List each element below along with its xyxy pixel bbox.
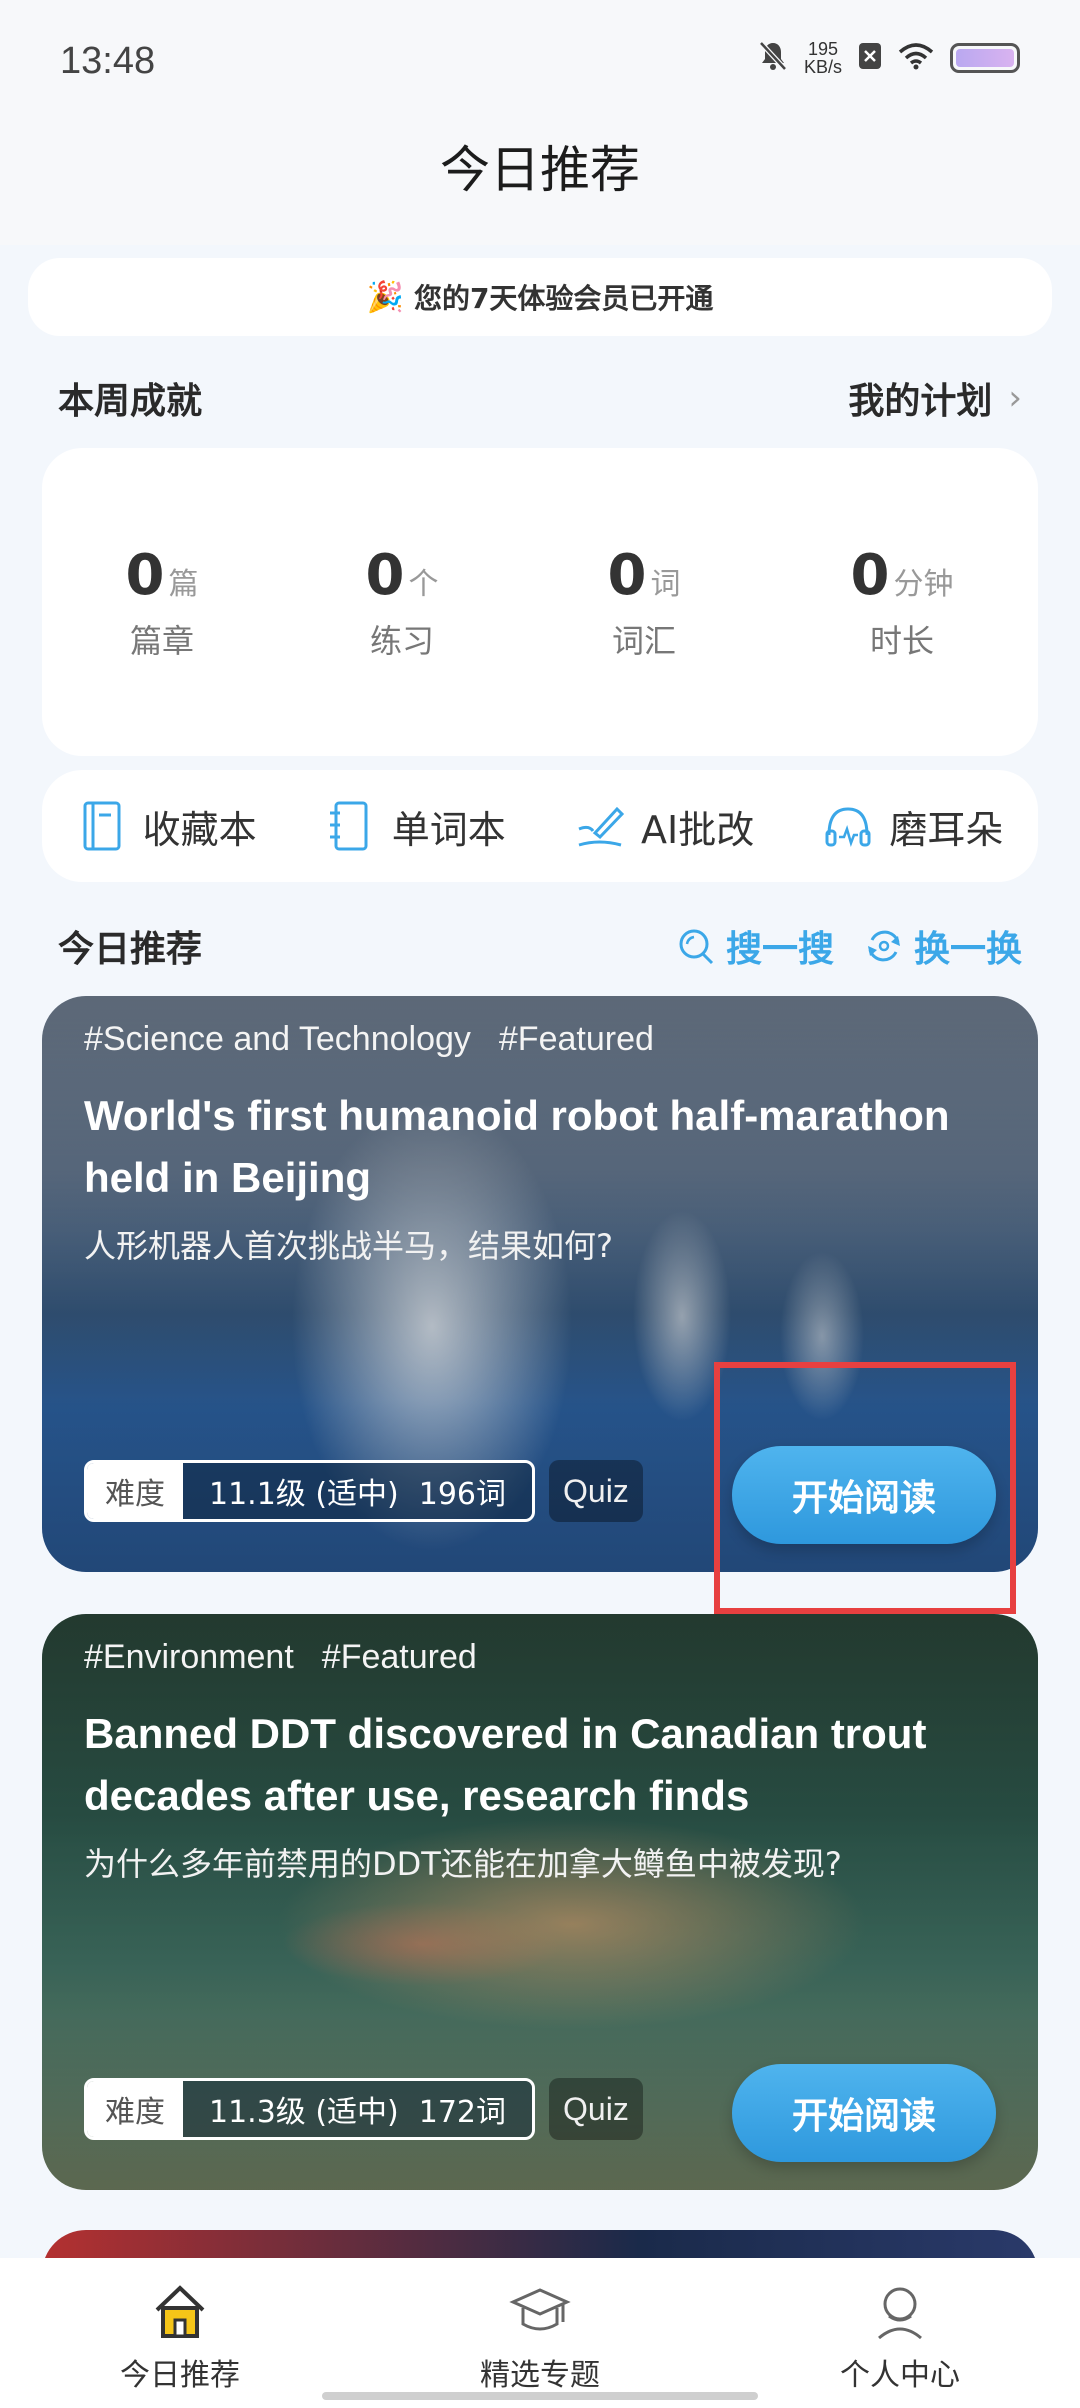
recommend-actions: 搜一搜 换一换 (676, 920, 1022, 972)
article-title: Banned DDT discovered in Canadian trout … (84, 1710, 927, 1819)
notebook-icon (83, 801, 121, 851)
graduation-cap-icon (509, 2288, 571, 2331)
start-reading-button[interactable]: 开始阅读 (732, 2064, 996, 2162)
article-content: #Science and Technology #Featured World'… (84, 1020, 996, 1267)
weekly-stats-card: 0篇 篇章 0个 练习 0词 词汇 0 分钟 时长 (42, 448, 1038, 756)
home-icon (155, 2285, 205, 2338)
tag[interactable]: #Environment (84, 1638, 294, 1677)
status-bar: 13:48 195 KB/s (0, 0, 1080, 125)
stat-duration: 0 分钟 时长 (850, 543, 954, 660)
my-plan-label: 我的计划 (848, 381, 993, 422)
tool-favorites[interactable]: 收藏本 (77, 799, 257, 854)
pen-icon (578, 806, 625, 847)
stat-exercises: 0个 练习 (365, 543, 439, 660)
membership-notice: 🎉 您的7天体验会员已开通 (28, 258, 1052, 336)
tool-ai-correction[interactable]: AI批改 (575, 799, 754, 854)
search-button[interactable]: 搜一搜 (676, 920, 834, 972)
my-plan-link[interactable]: 我的计划 › (848, 372, 1022, 424)
tag[interactable]: #Featured (322, 1638, 477, 1677)
tool-wordbook[interactable]: 单词本 (326, 799, 506, 854)
tag[interactable]: #Featured (499, 1020, 654, 1059)
article-card-2[interactable]: #Environment #Featured Banned DDT discov… (42, 1614, 1038, 2190)
refresh-icon (867, 930, 900, 962)
sim-off-icon (858, 42, 882, 74)
search-icon (679, 929, 714, 965)
app-bar: 今日推荐 (0, 125, 1080, 245)
net-speed: 195 KB/s (803, 39, 842, 77)
notice-text: 您的7天体验会员已开通 (413, 282, 714, 315)
wordbook-icon (329, 801, 368, 851)
tag[interactable]: #Science and Technology (84, 1020, 471, 1059)
tab-topics[interactable]: 精选专题 (410, 2280, 670, 2394)
article-subtitle: 为什么多年前禁用的DDT还能在加拿大鳟鱼中被发现? (84, 1845, 842, 1883)
tools-card: 收藏本 单词本 AI批改 磨耳朵 (42, 770, 1038, 882)
refresh-button[interactable]: 换一换 (864, 920, 1022, 972)
quiz-badge: Quiz (549, 2078, 643, 2140)
status-icons: 195 KB/s (758, 40, 1020, 76)
home-indicator[interactable] (322, 2392, 758, 2400)
status-time: 13:48 (60, 40, 156, 82)
start-reading-button[interactable]: 开始阅读 (732, 1446, 996, 1544)
tab-today[interactable]: 今日推荐 (50, 2280, 310, 2394)
article-meta: 难度 11.3级 (适中) 172词 Quiz (84, 2078, 643, 2140)
article-card-1[interactable]: #Science and Technology #Featured World'… (42, 996, 1038, 1572)
tab-profile[interactable]: 个人中心 (770, 2280, 1030, 2394)
article-title: World's first humanoid robot half-marath… (84, 1092, 950, 1201)
recommend-title: 今日推荐 (58, 929, 203, 970)
article-tags: #Environment #Featured (84, 1638, 996, 1677)
stat-articles: 0篇 篇章 (125, 543, 199, 660)
wifi-icon (898, 42, 934, 74)
article-tags: #Science and Technology #Featured (84, 1020, 996, 1059)
weekly-title: 本周成就 (58, 381, 203, 422)
article-meta: 难度 11.1级 (适中) 196词 Quiz (84, 1460, 643, 1522)
party-icon: 🎉 (366, 279, 404, 315)
article-subtitle: 人形机器人首次挑战半马，结果如何? (84, 1227, 613, 1265)
quiz-badge: Quiz (549, 1460, 643, 1522)
battery-icon (950, 43, 1020, 73)
article-content: #Environment #Featured Banned DDT discov… (84, 1638, 996, 1885)
recommend-header: 今日推荐 搜一搜 换一换 (58, 916, 1022, 976)
bottom-tab-bar: 今日推荐 精选专题 个人中心 (0, 2258, 1080, 2408)
weekly-header: 本周成就 我的计划 › (58, 368, 1022, 428)
stat-vocabulary: 0词 词汇 (607, 543, 681, 660)
difficulty-badge: 难度 11.1级 (适中) 196词 (84, 1460, 536, 1522)
user-icon (878, 2287, 922, 2340)
chevron-right-icon: › (1008, 378, 1022, 418)
page-title: 今日推荐 (440, 141, 640, 199)
difficulty-badge: 难度 11.3级 (适中) 172词 (84, 2078, 536, 2140)
headphones-icon (825, 807, 871, 847)
tool-listening[interactable]: 磨耳朵 (823, 799, 1003, 854)
mute-bell-icon (758, 40, 788, 76)
